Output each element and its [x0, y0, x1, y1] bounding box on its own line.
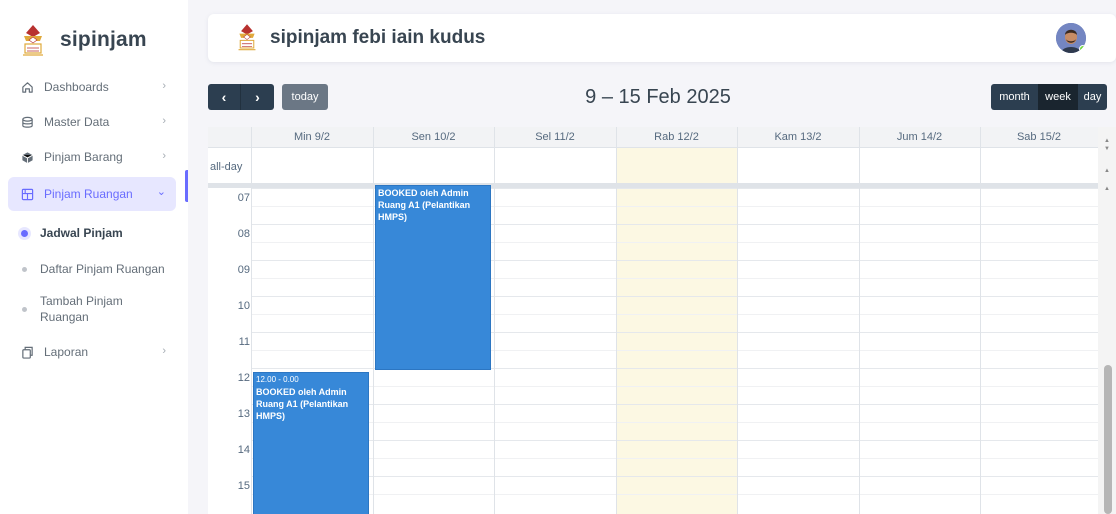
- sidebar-item-label: Dashboards: [44, 80, 109, 94]
- event-title: BOOKED oleh Admin Ruang A1 (Pelantikan H…: [256, 387, 349, 421]
- calendar-event[interactable]: 12.00 - 0.00 BOOKED oleh Admin Ruang A1 …: [253, 372, 369, 514]
- time-grid[interactable]: 07 08 09 10 11 12 13 14 15 BOOKED oleh A…: [208, 185, 1098, 514]
- week-view-button[interactable]: week: [1038, 84, 1078, 110]
- day-header: Sen 10/2: [411, 131, 456, 143]
- chevron-right-icon: ›: [162, 80, 166, 92]
- home-icon: [20, 80, 34, 94]
- prev-button[interactable]: ‹: [208, 84, 241, 110]
- scroll-up-arrow-icon[interactable]: ▲: [1101, 138, 1113, 144]
- time-label: 09: [237, 264, 250, 276]
- brand-name: sipinjam: [60, 28, 147, 51]
- scroll-up-arrow-icon[interactable]: ▲: [1101, 168, 1113, 174]
- user-avatar[interactable]: [1056, 23, 1086, 53]
- time-label: 07: [237, 192, 250, 204]
- scroll-down-arrow-icon[interactable]: ▼: [1101, 146, 1113, 152]
- sidebar-subitem-label: Tambah Pinjam Ruangan: [40, 294, 123, 324]
- time-label: 14: [237, 444, 250, 456]
- sidebar-item-label: Pinjam Ruangan: [44, 187, 133, 201]
- sidebar: sipinjam Dashboards › Master Data › Pinj…: [0, 0, 188, 514]
- sidebar-nav: Dashboards › Master Data › Pinjam Barang…: [0, 70, 188, 369]
- chevron-right-icon: ›: [162, 115, 166, 127]
- grid-column-line: [373, 127, 374, 514]
- bullet-icon: [21, 229, 28, 237]
- scrollbar-thumb[interactable]: [1104, 365, 1112, 514]
- sidebar-item-master-data[interactable]: Master Data ›: [8, 105, 176, 139]
- day-header: Sel 11/2: [535, 131, 575, 143]
- grid-column-line: [737, 127, 738, 514]
- time-label: 12: [237, 372, 250, 384]
- time-label: 08: [237, 228, 250, 240]
- chevron-down-icon: ⌄: [156, 186, 166, 198]
- calendar-range-title: 9 – 15 Feb 2025: [585, 86, 731, 108]
- event-title: BOOKED oleh Admin Ruang A1 (Pelantikan H…: [378, 188, 471, 222]
- time-label: 13: [237, 408, 250, 420]
- box-icon: [20, 150, 34, 164]
- grid-column-line: [616, 127, 617, 514]
- today-button[interactable]: today: [282, 84, 328, 110]
- online-status-dot: [1079, 45, 1086, 53]
- day-header: Rab 12/2: [654, 131, 699, 143]
- sidebar-item-label: Laporan: [44, 345, 89, 359]
- grid-column-line: [980, 127, 981, 514]
- sidebar-item-dashboards[interactable]: Dashboards ›: [8, 70, 176, 104]
- chevron-right-icon: ›: [162, 150, 166, 162]
- time-label: 10: [237, 300, 250, 312]
- iain-kudus-logo: [23, 25, 43, 56]
- sidebar-subitem-label: Jadwal Pinjam: [40, 226, 123, 240]
- time-label: 15: [237, 480, 250, 492]
- day-header: Min 9/2: [293, 131, 331, 143]
- document-icon: [20, 345, 34, 359]
- sidebar-item-pinjam-barang[interactable]: Pinjam Barang ›: [8, 140, 176, 174]
- all-day-row[interactable]: all-day: [208, 148, 1098, 184]
- top-navbar: sipinjam febi iain kudus: [208, 14, 1116, 62]
- next-button[interactable]: ›: [241, 84, 274, 110]
- bullet-icon: [22, 306, 27, 312]
- grid-column-line: [494, 127, 495, 514]
- grid-column-line: [859, 127, 860, 514]
- day-header: Jum 14/2: [896, 131, 943, 143]
- day-header-row: Min 9/2 Sen 10/2 Sel 11/2 Rab 12/2 Kam 1…: [208, 127, 1098, 148]
- page-title: sipinjam febi iain kudus: [270, 27, 486, 48]
- prev-next-group: ‹ ›: [208, 84, 274, 110]
- active-indicator: [185, 170, 188, 202]
- sidebar-subitem-daftar-pinjam-ruangan[interactable]: Daftar Pinjam Ruangan: [8, 251, 188, 287]
- chevron-right-icon: ›: [162, 345, 166, 357]
- month-view-button[interactable]: month: [991, 84, 1038, 110]
- sidebar-item-label: Master Data: [44, 115, 110, 129]
- sidebar-item-label: Pinjam Barang: [44, 150, 123, 164]
- building-icon: [20, 187, 34, 201]
- day-header: Sab 15/2: [1016, 131, 1062, 143]
- brand[interactable]: sipinjam: [20, 22, 147, 58]
- view-switcher: month week day: [991, 84, 1107, 110]
- day-header: Kam 13/2: [774, 131, 822, 143]
- sidebar-subitem-jadwal-pinjam[interactable]: Jadwal Pinjam: [8, 215, 188, 251]
- grid-column-line: [251, 127, 252, 514]
- database-icon: [20, 115, 34, 129]
- sidebar-subitem-tambah-pinjam-ruangan[interactable]: Tambah Pinjam Ruangan: [8, 287, 178, 331]
- time-label: 11: [238, 336, 250, 348]
- scroll-up-arrow-icon[interactable]: ▲: [1101, 186, 1113, 192]
- calendar-event[interactable]: BOOKED oleh Admin Ruang A1 (Pelantikan H…: [375, 185, 491, 370]
- sidebar-item-laporan[interactable]: Laporan ›: [8, 335, 176, 369]
- sidebar-item-pinjam-ruangan[interactable]: Pinjam Ruangan ⌄: [8, 177, 176, 211]
- all-day-label: all-day: [210, 161, 243, 173]
- sidebar-subitem-label: Daftar Pinjam Ruangan: [40, 262, 165, 276]
- calendar-week-grid: Min 9/2 Sen 10/2 Sel 11/2 Rab 12/2 Kam 1…: [208, 127, 1116, 514]
- day-view-button[interactable]: day: [1078, 84, 1107, 110]
- bullet-icon: [22, 266, 27, 272]
- event-time: 12.00 - 0.00: [256, 375, 299, 384]
- iain-kudus-logo: [238, 24, 256, 51]
